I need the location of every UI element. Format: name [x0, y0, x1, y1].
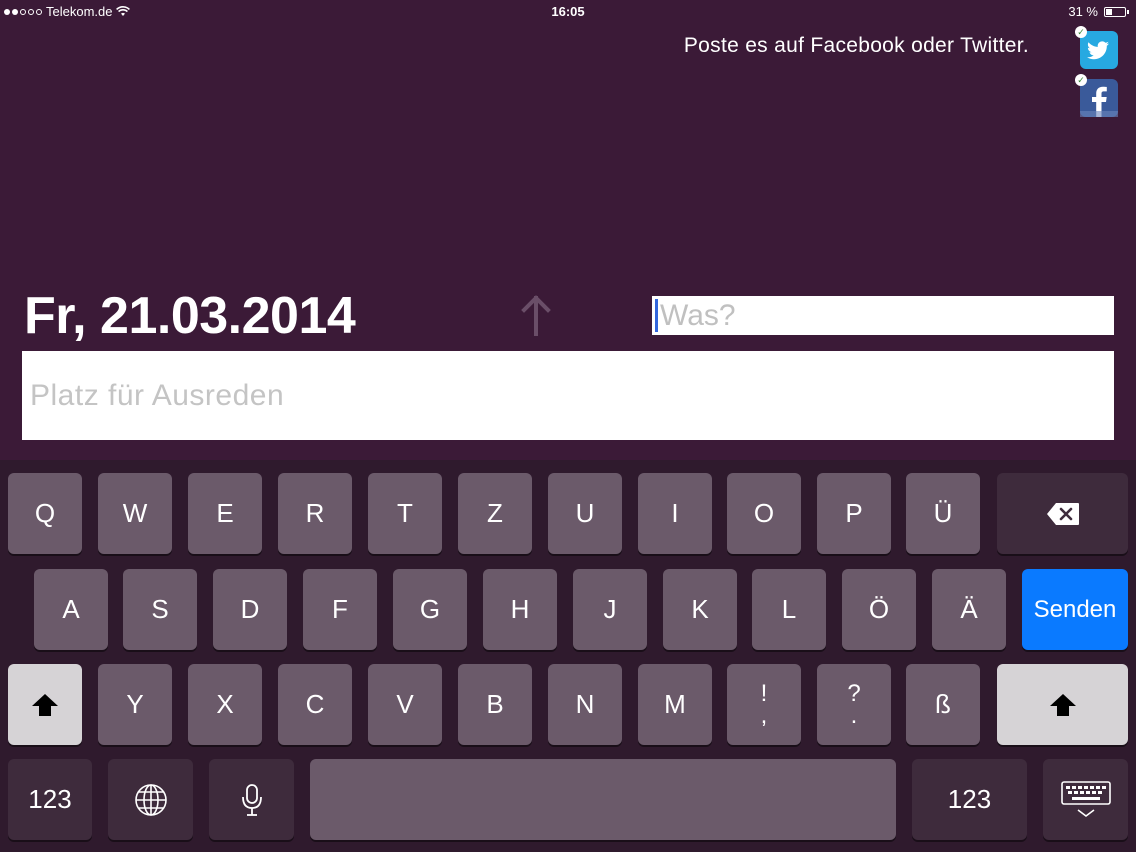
- key[interactable]: Ä: [932, 569, 1006, 650]
- key[interactable]: O: [727, 473, 801, 554]
- key[interactable]: E: [188, 473, 262, 554]
- key[interactable]: I: [638, 473, 712, 554]
- numbers-key-left[interactable]: 123: [8, 759, 92, 840]
- key[interactable]: A: [34, 569, 108, 650]
- facebook-f-icon: [1080, 86, 1118, 117]
- status-right: 31 %: [1068, 4, 1129, 19]
- battery-fill: [1106, 8, 1112, 15]
- key[interactable]: V: [368, 664, 442, 745]
- space-key[interactable]: [310, 759, 896, 840]
- date-title: Fr, 21.03.2014: [24, 287, 356, 345]
- key[interactable]: Y: [98, 664, 172, 745]
- keyboard: Q W E R T Z U I O P Ü A S D F G H J K L …: [0, 460, 1136, 852]
- shift-key-right[interactable]: [997, 664, 1128, 745]
- globe-icon: [134, 783, 167, 816]
- send-key[interactable]: Senden: [1022, 569, 1128, 650]
- twitter-button[interactable]: ✓: [1075, 26, 1118, 69]
- excuse-input[interactable]: [22, 351, 1114, 440]
- key[interactable]: U: [548, 473, 622, 554]
- status-time: 16:05: [551, 4, 585, 19]
- key[interactable]: F: [303, 569, 377, 650]
- key[interactable]: B: [458, 664, 532, 745]
- shift-arrow-icon: [32, 693, 58, 716]
- key-question-period[interactable]: ? .: [817, 664, 891, 745]
- key[interactable]: D: [213, 569, 287, 650]
- key[interactable]: P: [817, 473, 891, 554]
- arrow-up-icon[interactable]: [518, 294, 554, 338]
- key[interactable]: G: [393, 569, 467, 650]
- hide-keyboard-key[interactable]: [1043, 759, 1128, 840]
- key[interactable]: X: [188, 664, 262, 745]
- backspace-icon: [1046, 502, 1079, 525]
- keyboard-dismiss-icon: [1060, 780, 1111, 817]
- key[interactable]: H: [483, 569, 557, 650]
- key[interactable]: N: [548, 664, 622, 745]
- key[interactable]: T: [368, 473, 442, 554]
- microphone-icon: [241, 783, 262, 816]
- microphone-key[interactable]: [209, 759, 294, 840]
- globe-key[interactable]: [108, 759, 193, 840]
- selected-check-icon: ✓: [1075, 74, 1087, 86]
- facebook-button[interactable]: ✓: [1075, 74, 1118, 117]
- key-exclamation-comma[interactable]: ! ,: [727, 664, 801, 745]
- numbers-key-right[interactable]: 123: [912, 759, 1027, 840]
- key[interactable]: Ü: [906, 473, 980, 554]
- selected-check-icon: ✓: [1075, 26, 1087, 38]
- key-eszett[interactable]: ß: [906, 664, 980, 745]
- battery-percentage: 31 %: [1068, 4, 1098, 19]
- screen: Telekom.de 16:05 31 % Poste es auf Faceb…: [0, 0, 1136, 852]
- key[interactable]: Q: [8, 473, 82, 554]
- key[interactable]: Ö: [842, 569, 916, 650]
- key[interactable]: M: [638, 664, 712, 745]
- share-prompt: Poste es auf Facebook oder Twitter.: [683, 34, 1029, 57]
- key[interactable]: W: [98, 473, 172, 554]
- key-bottom-char: .: [850, 701, 858, 729]
- shift-arrow-icon: [1049, 693, 1076, 716]
- key-bottom-char: ,: [760, 701, 768, 729]
- twitter-bird-icon: [1087, 41, 1109, 60]
- key[interactable]: R: [278, 473, 352, 554]
- key[interactable]: J: [573, 569, 647, 650]
- key[interactable]: C: [278, 664, 352, 745]
- what-input[interactable]: [652, 296, 1114, 335]
- shift-key-left[interactable]: [8, 664, 82, 745]
- key[interactable]: S: [123, 569, 197, 650]
- battery-icon: [1104, 6, 1129, 17]
- text-cursor: [655, 299, 658, 332]
- backspace-key[interactable]: [997, 473, 1128, 554]
- key[interactable]: Z: [458, 473, 532, 554]
- status-bar: Telekom.de 16:05 31 %: [0, 0, 1136, 24]
- key[interactable]: K: [663, 569, 737, 650]
- key[interactable]: L: [752, 569, 826, 650]
